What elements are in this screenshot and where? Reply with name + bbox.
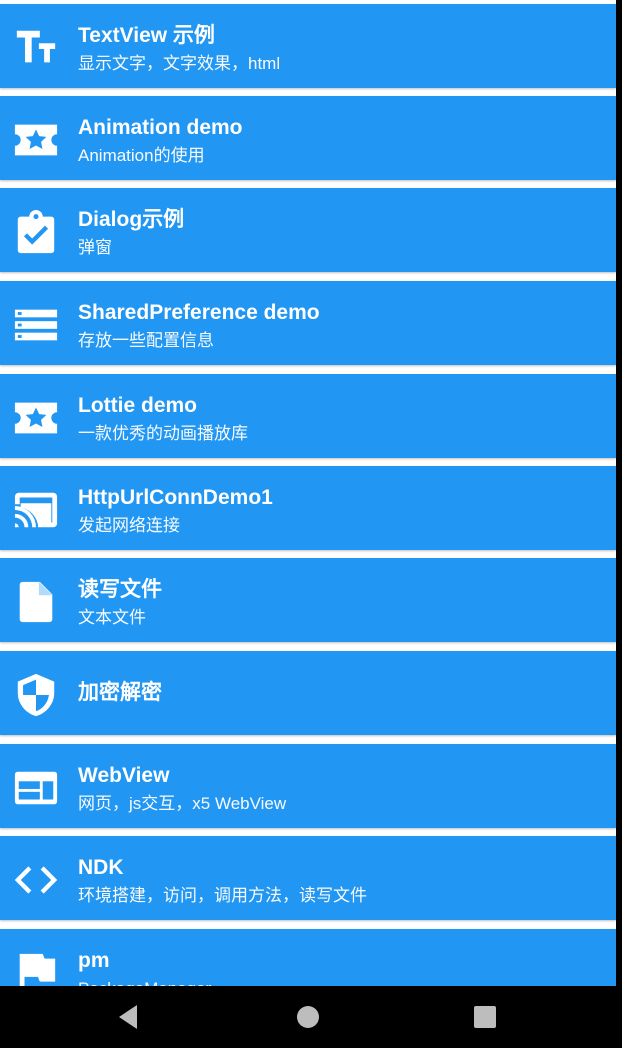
- ticket-star-icon: [12, 116, 60, 164]
- ticket-star-icon: [12, 394, 60, 442]
- item-subtitle: 弹窗: [78, 238, 112, 257]
- item-subtitle: 一款优秀的动画播放库: [78, 424, 248, 443]
- item-title: TextView 示例: [78, 24, 215, 47]
- list-item-sharedpreference[interactable]: SharedPreference demo 存放一些配置信息: [0, 281, 616, 365]
- item-subtitle: 文本文件: [78, 608, 146, 627]
- list-item-dialog[interactable]: Dialog示例 弹窗: [0, 188, 616, 272]
- back-icon[interactable]: [110, 999, 146, 1035]
- item-title: 加密解密: [78, 681, 162, 704]
- storage-icon: [12, 301, 60, 349]
- scroll-edge: [616, 0, 622, 986]
- list-item-webview[interactable]: WebView 网页，js交互，x5 WebView: [0, 744, 616, 828]
- list-item-textview[interactable]: TextView 示例 显示文字，文字效果，html: [0, 4, 616, 88]
- item-title: Animation demo: [78, 116, 243, 139]
- item-title: WebView: [78, 764, 170, 787]
- cast-icon: [12, 486, 60, 534]
- text-fields-icon: [12, 24, 60, 72]
- list-item-animation[interactable]: Animation demo Animation的使用: [0, 96, 616, 180]
- file-icon: [12, 578, 60, 626]
- item-subtitle: Animation的使用: [78, 146, 205, 165]
- item-title: HttpUrlConnDemo1: [78, 486, 273, 509]
- item-title: NDK: [78, 856, 124, 879]
- security-shield-icon: [12, 671, 60, 719]
- list-item-httpurlconn[interactable]: HttpUrlConnDemo1 发起网络连接: [0, 466, 616, 550]
- recents-icon[interactable]: [467, 999, 503, 1035]
- item-title: 读写文件: [78, 578, 162, 601]
- clipboard-check-icon: [12, 208, 60, 256]
- item-subtitle: 网页，js交互，x5 WebView: [78, 794, 287, 813]
- item-title: pm: [78, 949, 110, 972]
- web-icon: [12, 764, 60, 812]
- list-item-ndk[interactable]: NDK 环境搭建，访问，调用方法，读写文件: [0, 836, 616, 920]
- item-subtitle: 环境搭建，访问，调用方法，读写文件: [78, 886, 367, 905]
- list-item-lottie[interactable]: Lottie demo 一款优秀的动画播放库: [0, 374, 616, 458]
- list-item-file[interactable]: 读写文件 文本文件: [0, 558, 616, 642]
- list-item-crypto[interactable]: 加密解密: [0, 651, 616, 735]
- home-icon[interactable]: [290, 999, 326, 1035]
- item-title: Lottie demo: [78, 394, 197, 417]
- item-subtitle: 发起网络连接: [78, 516, 180, 535]
- item-subtitle: 显示文字，文字效果，html: [78, 54, 281, 73]
- navigation-bar: [0, 986, 622, 1048]
- item-title: SharedPreference demo: [78, 301, 320, 324]
- code-icon: [12, 856, 60, 904]
- item-subtitle: 存放一些配置信息: [78, 331, 214, 350]
- item-title: Dialog示例: [78, 208, 185, 231]
